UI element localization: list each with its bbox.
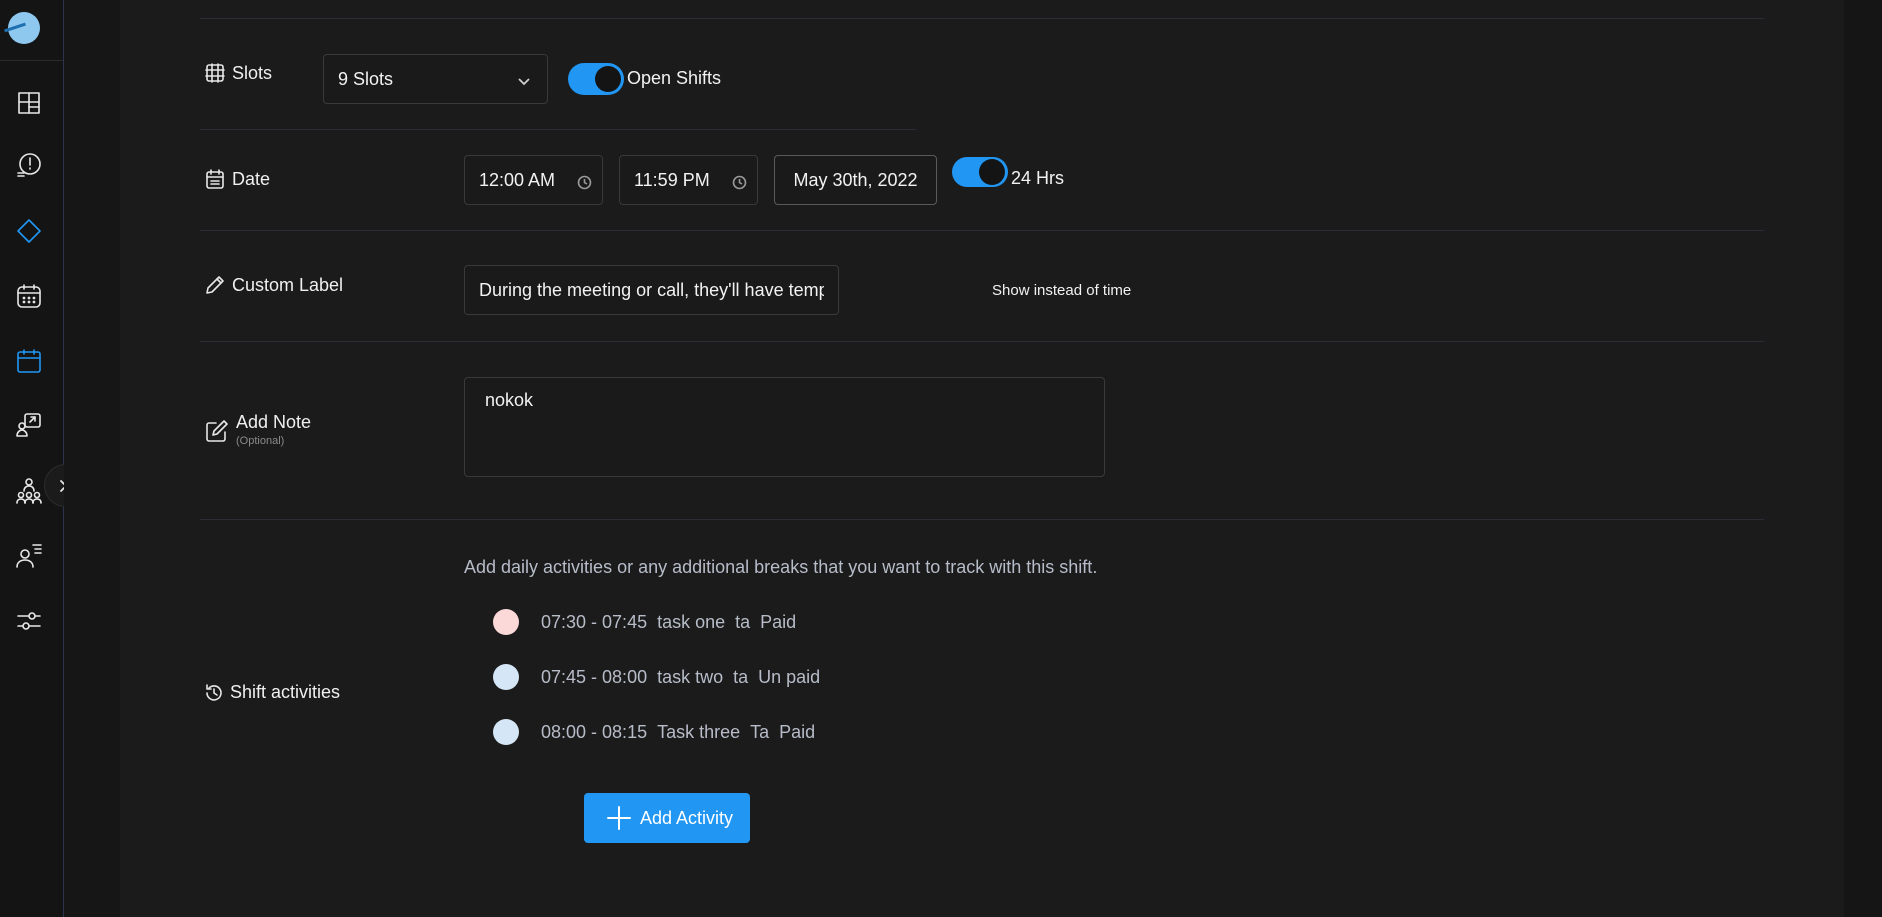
slots-label-text: Slots [232, 62, 273, 83]
activity-item[interactable]: 07:45 - 08:00 task two ta Un paid [493, 664, 820, 690]
user-list-icon [16, 544, 42, 568]
slots-label: Slots [204, 62, 272, 84]
slots-select[interactable]: 9 Slots [323, 54, 548, 104]
activity-name: task one [657, 611, 726, 632]
activity-pay: Paid [760, 611, 797, 632]
edit-note-icon [206, 420, 228, 442]
app-logo[interactable] [8, 12, 40, 44]
hash-grid-icon [205, 63, 225, 83]
divider [200, 341, 1764, 342]
sidebar-divider [0, 60, 63, 61]
sidebar-item-transfer[interactable] [14, 410, 44, 440]
date-label-text: Date [232, 168, 271, 189]
alert-clock-icon [17, 153, 41, 177]
start-time-field[interactable]: 12:00 AM [464, 155, 603, 205]
activity-name: Task three [657, 721, 741, 742]
divider [200, 129, 916, 130]
sidebar-item-schedule-grid[interactable] [14, 281, 44, 311]
add-activity-button[interactable]: Add Activity [584, 793, 750, 843]
add-activity-label: Add Activity [640, 807, 734, 828]
activity-item[interactable]: 07:30 - 07:45 task one ta Paid [493, 609, 796, 635]
end-time-field[interactable]: 11:59 PM [619, 155, 758, 205]
left-gutter [64, 0, 120, 917]
sidebar-item-user-list[interactable] [14, 540, 44, 570]
calendar-grid-icon [17, 284, 41, 308]
open-shifts-toggle[interactable] [568, 63, 624, 95]
activity-color-dot [493, 609, 519, 635]
chevron-down-icon [517, 72, 531, 86]
start-time-value: 12:00 AM [479, 169, 556, 190]
activity-pay: Paid [779, 721, 816, 742]
pencil-icon [206, 276, 224, 294]
divider [200, 18, 1764, 19]
custom-label-input-field[interactable] [479, 279, 824, 301]
end-time-value: 11:59 PM [634, 169, 710, 190]
custom-label-text: Custom Label [232, 274, 344, 295]
user-transfer-icon [16, 413, 41, 437]
team-hierarchy-icon [16, 478, 42, 504]
sidebar-item-diamond[interactable] [14, 216, 44, 246]
custom-label-input[interactable] [464, 265, 839, 315]
note-label: Add Note (Optional) [204, 412, 311, 447]
activity-time: 07:30 - 07:45 [541, 611, 648, 632]
diamond-icon [17, 219, 41, 243]
clock-icon [577, 174, 592, 190]
settings-sliders-icon [17, 612, 41, 630]
activity-item[interactable]: 08:00 - 08:15 Task three Ta Paid [493, 719, 815, 745]
show-instead-label: Show instead of time [992, 282, 1132, 299]
date-field[interactable]: May 30th, 2022 [774, 155, 937, 205]
note-label-text: Add Note [236, 412, 312, 432]
sidebar [0, 0, 64, 917]
history-icon [206, 683, 222, 701]
clock-icon [732, 174, 747, 190]
activity-tag: ta [735, 611, 751, 632]
sidebar-item-alerts[interactable] [14, 150, 44, 180]
date-label: Date [204, 168, 270, 190]
activity-time: 08:00 - 08:15 [541, 721, 648, 742]
slots-select-value: 9 Slots [338, 68, 394, 89]
activity-name: task two [657, 666, 724, 687]
activity-pay: Un paid [758, 666, 821, 687]
sidebar-item-calendar[interactable] [14, 346, 44, 376]
shift-activities-text: Shift activities [230, 682, 341, 702]
activity-tag: ta [733, 666, 749, 687]
hrs24-toggle[interactable] [952, 157, 1008, 187]
activity-tag: Ta [750, 721, 770, 742]
shift-activities-label: Shift activities [204, 682, 340, 703]
calendar-icon [17, 349, 41, 373]
plus-icon [607, 806, 631, 830]
dashboard-icon [18, 92, 40, 114]
sidebar-item-settings[interactable] [14, 606, 44, 636]
right-gutter [1844, 0, 1882, 917]
divider [200, 519, 1764, 520]
open-shifts-label: Open Shifts [627, 68, 722, 88]
sidebar-item-team[interactable] [14, 476, 44, 506]
sidebar-item-dashboard[interactable] [14, 88, 44, 118]
activities-hint: Add daily activities or any additional b… [464, 557, 1098, 577]
activity-color-dot [493, 719, 519, 745]
custom-label-label: Custom Label [204, 274, 343, 296]
note-textarea[interactable]: nokok [464, 377, 1105, 477]
calendar-icon [206, 169, 224, 189]
note-optional-label: (Optional) [236, 435, 285, 447]
shift-form: Slots 9 Slots Open Shifts Date 12:00 AM … [120, 0, 1844, 917]
activity-color-dot [493, 664, 519, 690]
hrs24-label: 24 Hrs [1011, 168, 1065, 188]
divider [200, 230, 1764, 231]
activity-time: 07:45 - 08:00 [541, 666, 648, 687]
date-value: May 30th, 2022 [793, 169, 918, 190]
